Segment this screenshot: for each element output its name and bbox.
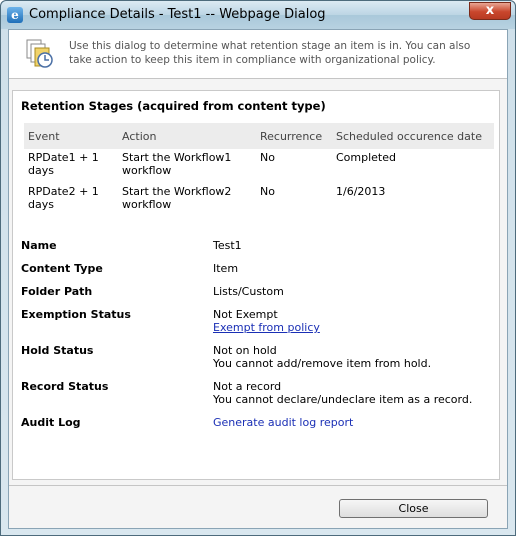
audit-log-label: Audit Log (21, 416, 81, 429)
hold-status-note: You cannot add/remove item from hold. (213, 357, 432, 370)
window-title: Compliance Details - Test1 -- Webpage Di… (29, 7, 326, 22)
intro-text: Use this dialog to determine what retent… (69, 40, 471, 66)
table-row: RPDate1 + 1 days Start the Workflow1 wor… (24, 149, 494, 183)
audit-log-value: Generate audit log report (213, 416, 503, 429)
column-header: Event (24, 123, 118, 149)
exemption-status-value: Not Exempt Exempt from policy (213, 308, 503, 334)
close-button[interactable]: Close (339, 499, 488, 518)
ie-icon: e (7, 7, 23, 23)
folder-path-value: Lists/Custom (213, 285, 284, 298)
title-bar[interactable]: e Compliance Details - Test1 -- Webpage … (1, 1, 515, 29)
window-close-button[interactable]: x (469, 2, 511, 20)
table-cell: No (260, 185, 275, 198)
content-type-value: Item (213, 262, 239, 275)
table-header-row: Event Action Recurrence Scheduled occure… (24, 123, 494, 149)
compliance-documents-icon (26, 39, 53, 68)
intro-section: Use this dialog to determine what retent… (9, 30, 507, 79)
folder-path-label: Folder Path (21, 285, 93, 298)
name-label: Name (21, 239, 57, 252)
name-value: Test1 (213, 239, 242, 252)
table-cell: Start the Workflow1 workflow (122, 151, 232, 177)
table-cell: 1/6/2013 (336, 185, 386, 198)
hold-status-text: Not on hold (213, 344, 277, 357)
retention-stages-table: Event Action Recurrence Scheduled occure… (24, 123, 494, 217)
record-status-value: Not a record You cannot declare/undeclar… (213, 380, 503, 406)
generate-audit-log-link[interactable]: Generate audit log report (213, 416, 353, 429)
record-status-note: You cannot declare/undeclare item as a r… (213, 393, 473, 406)
column-header: Action (118, 123, 256, 149)
table-cell: RPDate2 + 1 days (28, 185, 99, 211)
column-header: Recurrence (256, 123, 332, 149)
record-status-text: Not a record (213, 380, 282, 393)
exempt-from-policy-link[interactable]: Exempt from policy (213, 321, 320, 334)
table-cell: Completed (336, 151, 396, 164)
exemption-status-text: Not Exempt (213, 308, 278, 321)
table-cell: RPDate1 + 1 days (28, 151, 99, 177)
hold-status-value: Not on hold You cannot add/remove item f… (213, 344, 503, 370)
details-panel: Retention Stages (acquired from content … (12, 90, 500, 480)
table-cell: No (260, 151, 275, 164)
record-status-label: Record Status (21, 380, 109, 393)
retention-heading: Retention Stages (acquired from content … (21, 99, 326, 113)
table-row: RPDate2 + 1 days Start the Workflow2 wor… (24, 183, 494, 217)
dialog-window: e Compliance Details - Test1 -- Webpage … (0, 0, 516, 536)
column-header: Scheduled occurence date (332, 123, 494, 149)
content-type-label: Content Type (21, 262, 103, 275)
dialog-body: Use this dialog to determine what retent… (8, 29, 508, 529)
footer-divider (9, 485, 507, 486)
exemption-status-label: Exemption Status (21, 308, 131, 321)
hold-status-label: Hold Status (21, 344, 94, 357)
table-cell: Start the Workflow2 workflow (122, 185, 232, 211)
